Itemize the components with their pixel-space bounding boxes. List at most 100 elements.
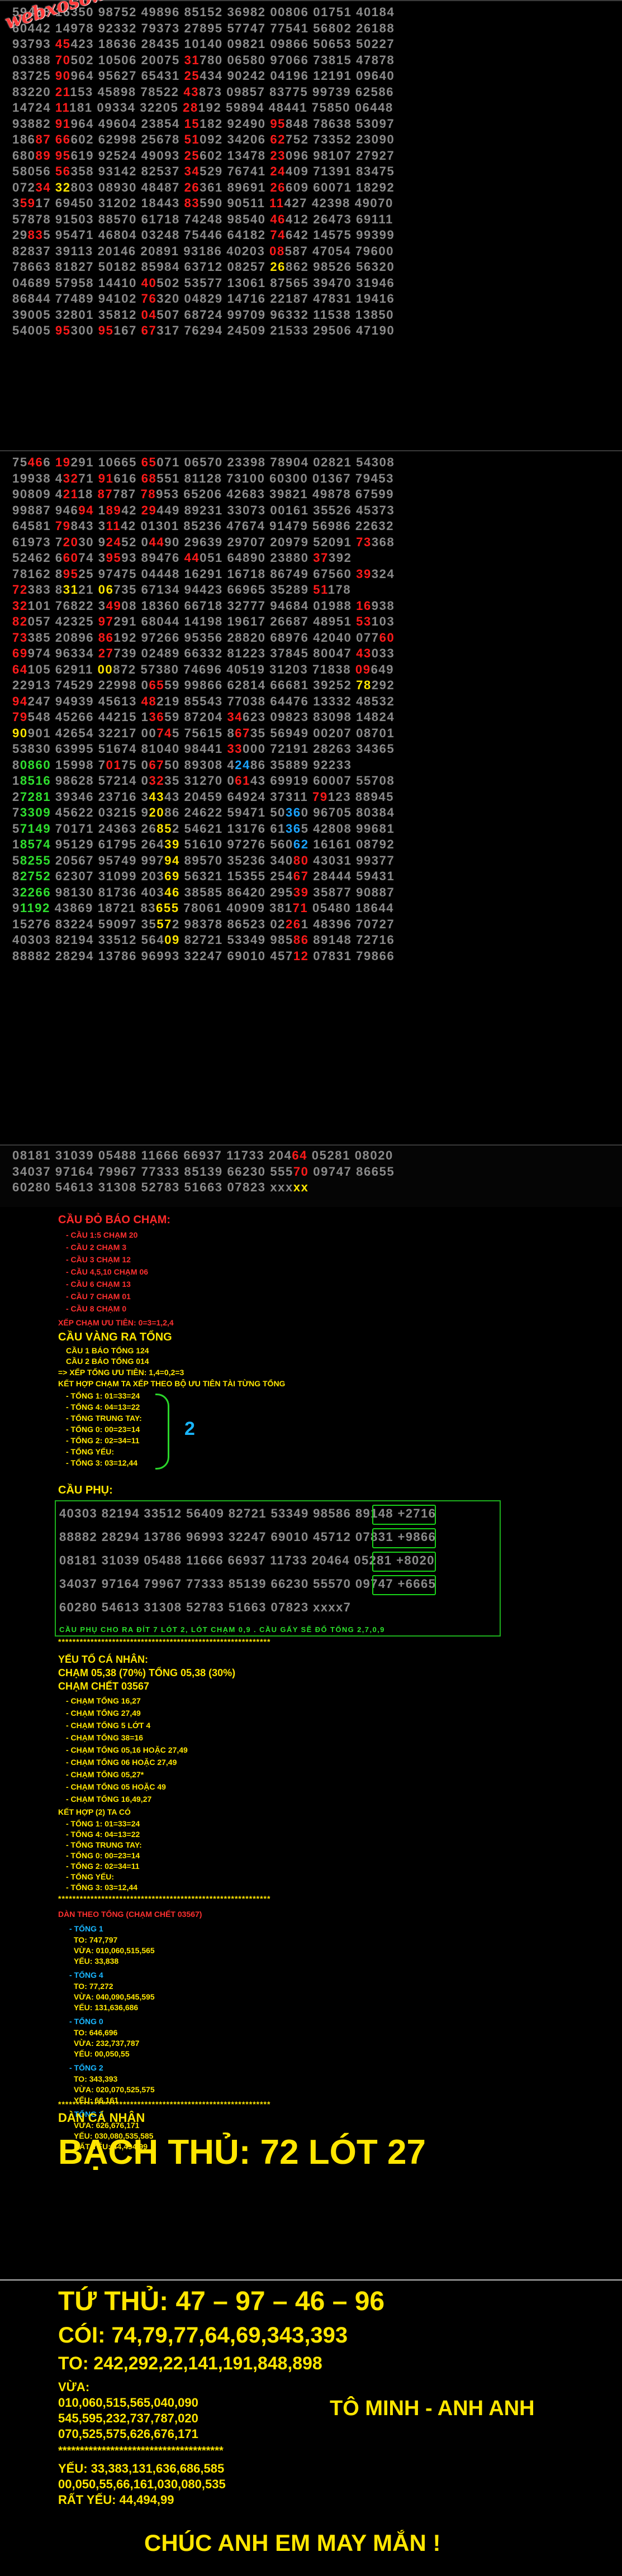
grid-segment: 22913 74529 22998 0 bbox=[12, 678, 149, 692]
grid-row: 53830 63995 51674 81040 98441 33000 7219… bbox=[0, 741, 622, 757]
grid-segment: 247 94939 45613 bbox=[27, 694, 141, 708]
vua-label: VỪA: bbox=[58, 2380, 90, 2394]
grid-segment: 529 76741 bbox=[200, 164, 270, 178]
grid-segment: 5 bbox=[12, 853, 20, 867]
grid-segment: 780 06580 97066 73815 47878 bbox=[200, 53, 395, 67]
grid-segment: 74 bbox=[270, 228, 286, 242]
grid-segment: 167 bbox=[113, 323, 141, 337]
grid-segment: 42 01301 85236 47674 91479 56986 22632 bbox=[121, 519, 395, 533]
grid-row: 14724 11181 09334 32205 28192 59894 4844… bbox=[0, 100, 622, 116]
grid-segment: 94 bbox=[12, 694, 28, 708]
grid-segment: 83725 bbox=[12, 69, 55, 83]
grid-segment: 964 95627 65431 bbox=[70, 69, 184, 83]
grid-segment: 43 bbox=[183, 84, 200, 99]
grid-segment: 85 bbox=[156, 821, 173, 836]
group-line: VỪA: 040,090,545,595 bbox=[74, 1992, 155, 2001]
grid-segment: 43 bbox=[149, 789, 165, 804]
cau-phu-row: 60280 54613 31308 52783 51663 07823 xxxx… bbox=[59, 1600, 352, 1614]
grid-segment: 72 bbox=[12, 583, 28, 597]
grid-segment: 04689 57958 14410 bbox=[12, 275, 141, 290]
list-item: - TỔNG 4: 04=13=22 bbox=[66, 1830, 140, 1839]
grid-segment: 46 bbox=[270, 212, 286, 226]
grid-segment: 57878 91503 88570 61718 74248 98540 bbox=[12, 212, 270, 226]
list-item: - CẦU 8 CHẠM 0 bbox=[66, 1304, 127, 1313]
grid-segment: 69 bbox=[12, 646, 28, 660]
grid-segment: 31 bbox=[63, 583, 79, 597]
grid-segment: 93882 bbox=[12, 116, 55, 131]
grid-segment: 45 bbox=[55, 37, 71, 51]
grid-segment: 15276 83224 59097 35 bbox=[12, 917, 157, 931]
vua-line: 010,060,515,565,040,090 bbox=[58, 2396, 198, 2410]
grid-row: 08181 31039 05488 11666 66937 11733 2046… bbox=[0, 1148, 622, 1164]
grid-segment: 00 bbox=[97, 662, 113, 676]
grid-row: 35917 69450 31202 18443 83590 90511 1142… bbox=[0, 195, 622, 212]
list-item: - CẦU 6 CHẠM 13 bbox=[66, 1280, 131, 1289]
grid-row: 32266 98130 81736 40346 38585 86420 2953… bbox=[0, 885, 622, 901]
list-item: - CHẠM TỔNG 16,27 bbox=[66, 1696, 141, 1705]
grid-segment: 320 04829 14716 22187 47831 19416 bbox=[156, 292, 395, 306]
grid-segment: 502 53577 13061 87565 39470 31946 bbox=[156, 275, 395, 290]
grid-segment: 73 bbox=[356, 535, 372, 549]
number-grid-top: 59438 16350 98752 49896 85152 36982 0080… bbox=[0, 0, 622, 450]
grid-segment: 103 bbox=[371, 614, 395, 628]
grid-segment: 953 65206 42683 39821 49878 67599 bbox=[156, 487, 395, 501]
grid-segment: 60 bbox=[379, 630, 395, 645]
yeu-to-cham: CHẠM 05,38 (70%) TỔNG 05,38 (30%) bbox=[58, 1667, 236, 1678]
grid-segment: 11 bbox=[106, 519, 121, 533]
grid-segment: 11 bbox=[55, 101, 70, 115]
group-line: TO: 77,272 bbox=[74, 1982, 113, 1991]
grid-segment: 412 26473 69111 bbox=[286, 212, 393, 226]
grid-segment: 39 bbox=[293, 885, 309, 899]
grid-segment: 60442 14978 92332 79373 27895 57747 7754… bbox=[12, 21, 395, 35]
grid-segment: 0860 bbox=[20, 757, 51, 772]
separator: ****************************************… bbox=[58, 2100, 271, 2108]
grid-segment: 34037 97164 79967 77333 85139 66230 555 bbox=[12, 1164, 293, 1179]
grid-segment: 79 bbox=[12, 710, 28, 724]
grid-segment: 78162 8 bbox=[12, 566, 63, 581]
grid-segment: 75 0 bbox=[121, 757, 149, 772]
grid-segment: 21 bbox=[78, 583, 98, 597]
grid-segment: 26 bbox=[270, 180, 286, 194]
grid-row: 78162 89525 97475 04448 16291 16718 8674… bbox=[0, 566, 622, 583]
grid-segment: 90 bbox=[55, 69, 71, 83]
vua-line: 545,595,232,737,787,020 bbox=[58, 2411, 198, 2425]
cau-vang-priority: => XẾP TỔNG ƯU TIÊN: 1,4=0,2=3 bbox=[58, 1368, 184, 1377]
grid-row: 82837 39113 20146 20891 93186 40203 0858… bbox=[0, 244, 622, 260]
grid-segment: 292 bbox=[371, 678, 395, 692]
grid-segment: 1 48396 70727 bbox=[301, 917, 395, 931]
grid-segment: 73 bbox=[12, 630, 28, 645]
grid-segment: 78663 81827 50182 85984 63712 08257 bbox=[12, 260, 270, 274]
grid-segment: 434 90242 04196 12191 09640 bbox=[200, 69, 395, 83]
grid-segment: 587 47054 79600 bbox=[284, 244, 395, 258]
grid-segment: 862 98526 56320 bbox=[286, 260, 395, 274]
group-line: YẾU: 131,636,686 bbox=[74, 2003, 139, 2012]
grid-segment: 82 bbox=[12, 614, 28, 628]
grid-segment: 70 bbox=[293, 1164, 309, 1179]
grid-segment: 18 bbox=[78, 487, 98, 501]
grid-row: 83725 90964 95627 65431 25434 90242 0419… bbox=[0, 68, 622, 84]
grid-row: 78663 81827 50182 85984 63712 08257 2686… bbox=[0, 259, 622, 275]
grid-segment bbox=[51, 149, 55, 163]
grid-segment: 602 62998 25678 bbox=[70, 132, 184, 146]
grid-segment: 93 89476 bbox=[121, 551, 184, 565]
list-item: - CHẠM TỔNG 06 HOẶC 27,49 bbox=[66, 1758, 177, 1767]
grid-segment: 0 96705 80384 bbox=[301, 805, 395, 819]
grid-row: 34037 97164 79967 77333 85139 66230 5557… bbox=[0, 1164, 622, 1180]
grid-segment: 21 bbox=[55, 84, 70, 99]
grid-segment: 655 bbox=[156, 901, 179, 915]
grid-segment: 31 bbox=[184, 53, 200, 67]
grid-segment: 192 97266 95356 28820 68976 42040 077 bbox=[113, 630, 379, 645]
grid-row: 29835 95471 46804 03248 75446 64182 7464… bbox=[0, 227, 622, 244]
grid-segment: 1 bbox=[12, 774, 20, 788]
grid-segment: 34 bbox=[184, 164, 200, 178]
grid-segment: 48 bbox=[141, 694, 157, 708]
separator: ****************************************… bbox=[58, 1637, 271, 1646]
grid-segment: 8 bbox=[12, 757, 20, 772]
grid-segment: 39 bbox=[164, 837, 180, 851]
grid-segment: 78 bbox=[356, 678, 372, 692]
stars: ************************************** bbox=[58, 2445, 224, 2457]
grid-row: 22913 74529 22998 06559 99866 62814 6668… bbox=[0, 678, 622, 694]
grid-segment: 98130 81736 403 bbox=[51, 885, 165, 899]
list-item: - TỔNG 0: 00=23=14 bbox=[66, 1851, 140, 1860]
divider bbox=[0, 2279, 622, 2281]
